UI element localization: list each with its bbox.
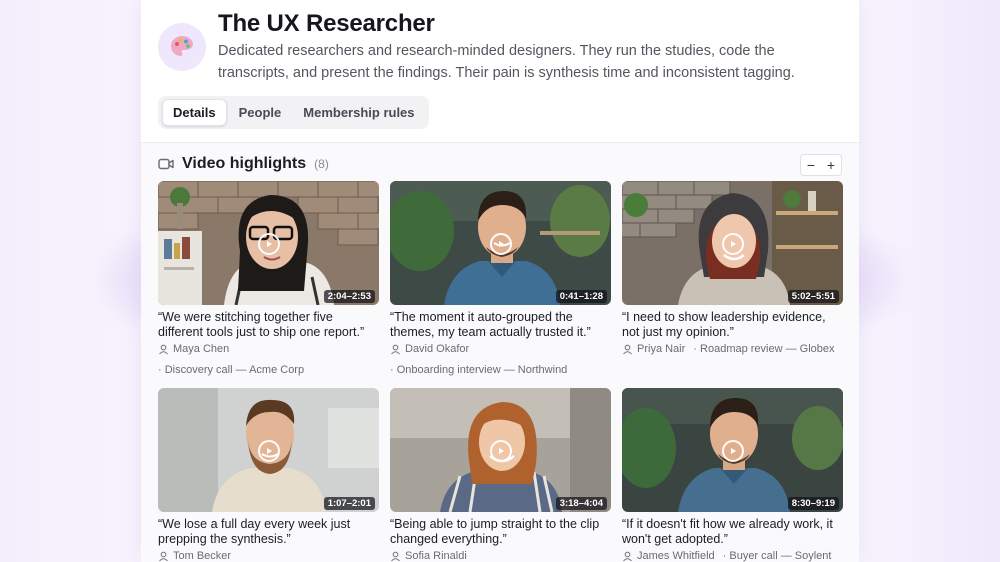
clip-timestamp: 3:18–4:04 [555, 497, 607, 510]
participant-name[interactable]: Maya Chen [173, 343, 229, 355]
user-icon [623, 551, 632, 561]
session-link[interactable]: · Buyer call — Soylent [723, 550, 832, 562]
user-icon [159, 344, 168, 354]
tab-people[interactable]: People [229, 100, 292, 125]
section-header: Video highlights (8) − + [158, 149, 842, 179]
highlight-meta: Maya Chen [158, 343, 379, 355]
tab-details[interactable]: Details [162, 99, 227, 126]
highlight-quote: “We were stitching together five differe… [158, 310, 365, 339]
persona-avatar [158, 23, 206, 71]
participant-name[interactable]: Sofia Rinaldi [405, 550, 467, 562]
clip-timestamp: 2:04–2:53 [323, 290, 375, 303]
page-title: The UX Researcher [218, 10, 435, 37]
highlight-quote: “We lose a full day every week just prep… [158, 517, 351, 546]
highlight-quote: “I need to show leadership evidence, not… [622, 310, 826, 339]
video-camera-icon [158, 158, 174, 170]
highlight-quote: “If it doesn't fit how we already work, … [622, 517, 833, 546]
highlight-quote: “The moment it auto-grouped the themes, … [390, 310, 591, 339]
video-thumbnail[interactable]: 3:18–4:04 [390, 388, 611, 512]
play-icon[interactable] [722, 233, 744, 255]
participant-name[interactable]: Priya Nair [637, 343, 685, 355]
persona-description: Dedicated researchers and research-minde… [218, 43, 795, 81]
video-thumbnail[interactable]: 1:07–2:01 [158, 388, 379, 512]
video-thumbnail[interactable]: 5:02–5:51 [622, 181, 843, 305]
video-thumbnail[interactable]: 0:41–1:28 [390, 181, 611, 305]
highlight-card[interactable]: 1:07–2:01 “We lose a full day every week… [158, 388, 379, 562]
clip-timestamp: 8:30–9:19 [787, 497, 839, 510]
highlight-card[interactable]: 0:41–1:28 “The moment it auto-grouped th… [390, 181, 611, 376]
play-icon[interactable] [722, 440, 744, 462]
video-thumbnail[interactable]: 8:30–9:19 [622, 388, 843, 512]
session-link[interactable]: · Roadmap review — Globex [693, 343, 834, 355]
highlight-card[interactable]: 5:02–5:51 “I need to show leadership evi… [622, 181, 843, 355]
clip-timestamp: 1:07–2:01 [323, 497, 375, 510]
persona-header: The UX Researcher Dedicated researchers … [141, 0, 859, 143]
tab-bar: Details People Membership rules [158, 96, 429, 129]
user-icon [623, 344, 632, 354]
session-link[interactable]: · Onboarding interview — Northwind [390, 364, 611, 376]
highlight-meta: James Whitfield · Buyer call — Soylent [622, 550, 843, 562]
play-icon[interactable] [258, 233, 280, 255]
persona-panel: The UX Researcher Dedicated researchers … [141, 0, 859, 562]
user-icon [391, 344, 400, 354]
highlight-card[interactable]: 3:18–4:04 “Being able to jump straight t… [390, 388, 611, 562]
play-icon[interactable] [490, 440, 512, 462]
user-icon [391, 551, 400, 561]
highlight-meta: Priya Nair · Roadmap review — Globex [622, 343, 843, 355]
tab-membership-rules[interactable]: Membership rules [293, 100, 424, 125]
user-icon [159, 551, 168, 561]
video-thumbnail[interactable]: 2:04–2:53 [158, 181, 379, 305]
play-icon[interactable] [258, 440, 280, 462]
zoom-control: − + [800, 154, 842, 176]
highlight-quote: “Being able to jump straight to the clip… [390, 517, 600, 546]
zoom-in-button[interactable]: + [827, 157, 835, 173]
highlight-meta: David Okafor [390, 343, 611, 355]
highlight-card[interactable]: 2:04–2:53 “We were stitching together fi… [158, 181, 379, 376]
session-link[interactable]: · Discovery call — Acme Corp [158, 364, 379, 376]
highlight-meta: Tom Becker [158, 550, 379, 562]
participant-name[interactable]: Tom Becker [173, 550, 231, 562]
clip-timestamp: 5:02–5:51 [787, 290, 839, 303]
zoom-out-button[interactable]: − [807, 157, 815, 173]
clip-timestamp: 0:41–1:28 [555, 290, 607, 303]
participant-name[interactable]: David Okafor [405, 343, 469, 355]
palette-icon [171, 36, 193, 56]
highlight-card[interactable]: 8:30–9:19 “If it doesn't fit how we alre… [622, 388, 843, 562]
play-icon[interactable] [490, 233, 512, 255]
highlight-meta: Sofia Rinaldi [390, 550, 611, 562]
section-title: Video highlights [182, 155, 307, 172]
participant-name[interactable]: James Whitfield [637, 550, 715, 562]
video-highlights-section: Video highlights (8) − + 2:04–2:53 “We w… [141, 143, 859, 562]
highlight-count-badge: (8) [314, 157, 329, 171]
